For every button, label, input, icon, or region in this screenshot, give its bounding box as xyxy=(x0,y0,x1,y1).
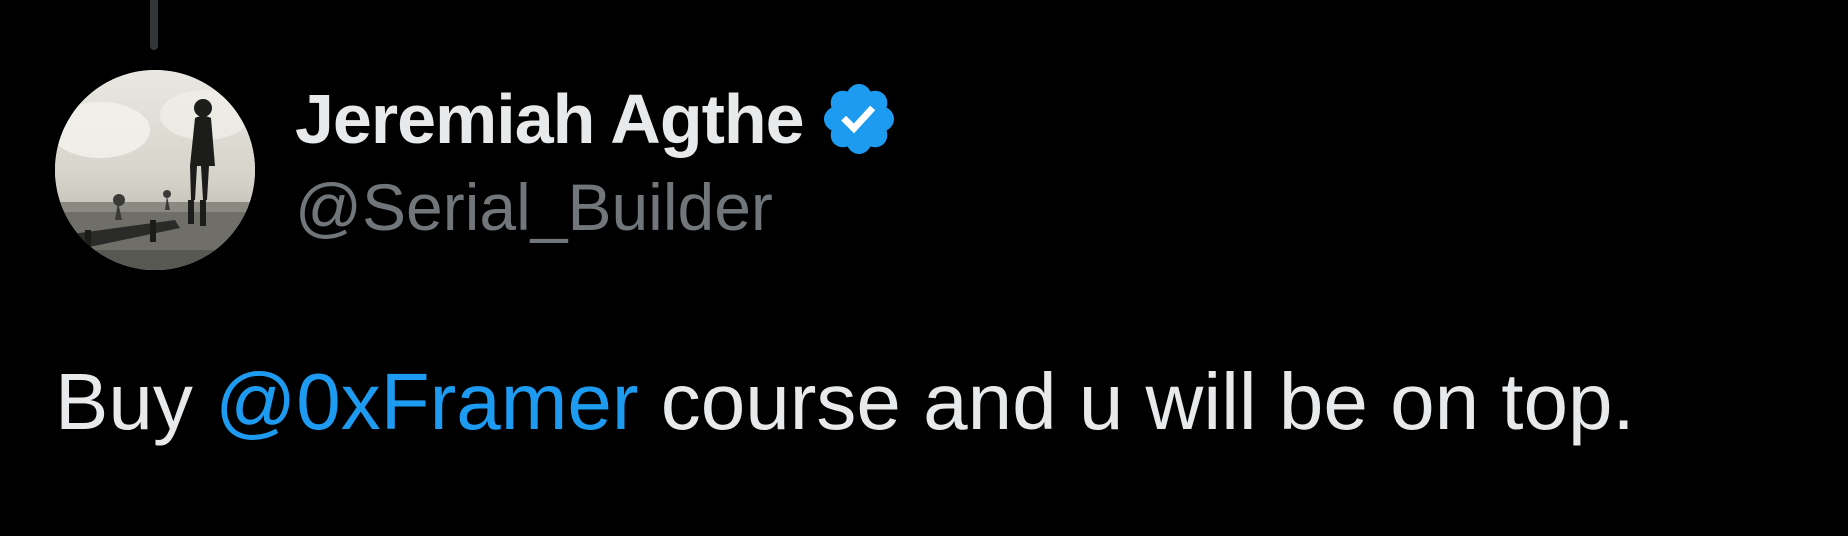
avatar[interactable] xyxy=(55,70,255,270)
tweet-text-before-mention: Buy xyxy=(55,357,216,446)
thread-connector-line xyxy=(150,0,158,50)
mention-link[interactable]: @0xFramer xyxy=(215,357,638,446)
tweet-header: Jeremiah Agthe @Serial_Builder xyxy=(295,78,900,240)
tweet-text-after-mention: course and u will be on top. xyxy=(638,357,1635,446)
avatar-photo-icon xyxy=(55,70,255,270)
author-handle[interactable]: @Serial_Builder xyxy=(295,174,900,240)
verified-badge-icon[interactable] xyxy=(818,78,900,160)
tweet-body-text: Buy @0xFramer course and u will be on to… xyxy=(55,362,1635,442)
author-display-name[interactable]: Jeremiah Agthe xyxy=(295,84,805,154)
author-name-row: Jeremiah Agthe xyxy=(295,78,900,160)
